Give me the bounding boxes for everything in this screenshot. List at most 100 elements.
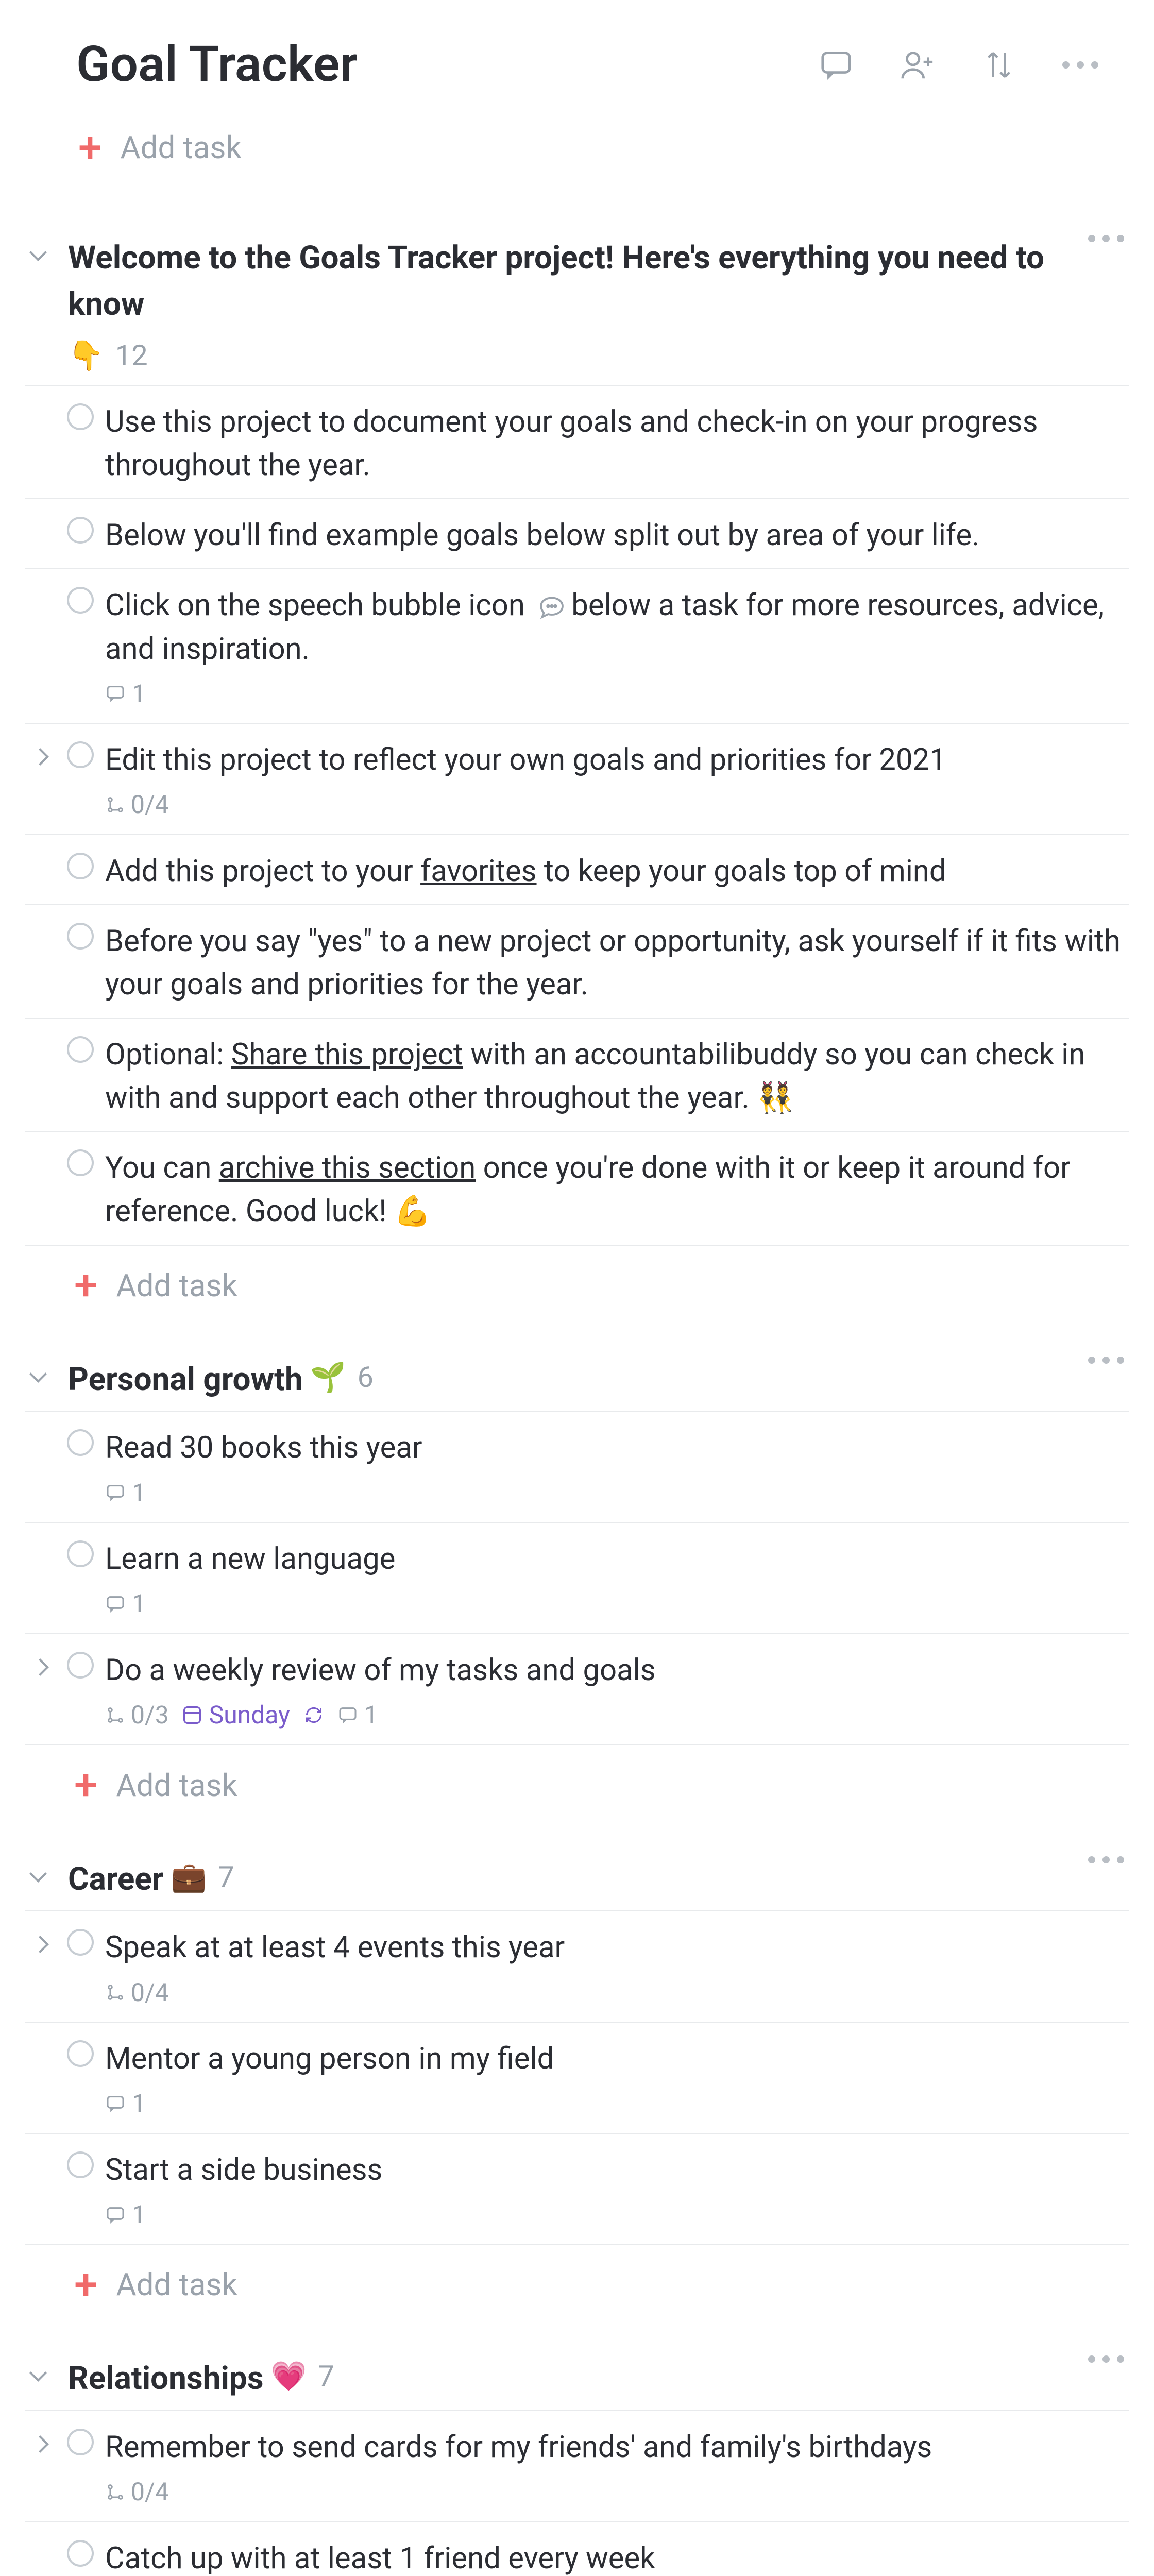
plus-icon: +	[78, 127, 102, 169]
task-row[interactable]: Before you say "yes" to a new project or…	[25, 905, 1129, 1019]
section-toggle[interactable]	[25, 1856, 56, 1880]
task-row[interactable]: Read 30 books this year 1	[25, 1412, 1129, 1523]
subtask-toggle[interactable]	[25, 2426, 56, 2450]
comment-count[interactable]: 1	[105, 2086, 146, 2122]
complete-checkbox[interactable]	[67, 923, 94, 950]
task-title: Catch up with at least 1 friend every we…	[105, 2537, 1124, 2576]
task-title: Edit this project to reflect your own go…	[105, 738, 1124, 782]
complete-checkbox[interactable]	[67, 1652, 94, 1679]
task-row[interactable]: Speak at at least 4 events this year0/4	[25, 1911, 1129, 2023]
task-title: Learn a new language	[105, 1537, 1124, 1581]
section-more-icon[interactable]	[1088, 1357, 1124, 1364]
task-body: Mentor a young person in my field1	[105, 2037, 1124, 2122]
complete-checkbox[interactable]	[67, 2040, 94, 2067]
complete-checkbox[interactable]	[67, 2540, 94, 2567]
section-emoji: 🌱	[310, 1357, 346, 1398]
add-task-label: Add task	[116, 1763, 237, 1808]
complete-checkbox[interactable]	[67, 741, 94, 768]
complete-checkbox[interactable]	[67, 2151, 94, 2178]
section-toggle[interactable]	[25, 2355, 56, 2379]
task-body: Use this project to document your goals …	[105, 400, 1124, 487]
task-body: Remember to send cards for my friends' a…	[105, 2426, 1124, 2510]
section-more-icon[interactable]	[1088, 235, 1124, 242]
add-task-row[interactable]: +Add task	[25, 2245, 1129, 2307]
comment-count[interactable]: 1	[105, 1475, 146, 1511]
task-row[interactable]: Optional: Share this project with an acc…	[25, 1019, 1129, 1132]
task-body: Optional: Share this project with an acc…	[105, 1033, 1124, 1120]
task-title: Optional: Share this project with an acc…	[105, 1033, 1124, 1120]
section-count: 7	[318, 2355, 334, 2397]
task-body: Start a side business1	[105, 2148, 1124, 2233]
task-row[interactable]: You can archive this section once you're…	[25, 1132, 1129, 1245]
subtask-count: 0/3	[105, 1697, 169, 1733]
section-toggle[interactable]	[25, 1357, 56, 1380]
comment-count[interactable]: 1	[105, 1586, 146, 1622]
section-toggle[interactable]	[25, 235, 56, 259]
complete-checkbox[interactable]	[67, 587, 94, 614]
task-title: Read 30 books this year	[105, 1426, 1124, 1469]
section-title[interactable]: Career	[68, 1856, 164, 1903]
task-meta: 0/4	[105, 787, 1124, 823]
due-date[interactable]: Sunday	[183, 1697, 290, 1733]
add-task-label: Add task	[116, 2262, 237, 2307]
task-meta: 1	[105, 2197, 1124, 2233]
subtask-count: 0/4	[105, 1975, 169, 2011]
more-icon[interactable]	[1062, 61, 1098, 69]
comment-count[interactable]: 1	[105, 676, 146, 712]
task-body: Edit this project to reflect your own go…	[105, 738, 1124, 823]
complete-checkbox[interactable]	[67, 2429, 94, 2455]
task-row[interactable]: Start a side business1	[25, 2134, 1129, 2245]
task-row[interactable]: Remember to send cards for my friends' a…	[25, 2411, 1129, 2522]
add-task-row[interactable]: +Add task	[25, 1246, 1129, 1308]
task-title: You can archive this section once you're…	[105, 1146, 1124, 1233]
subtask-toggle[interactable]	[25, 1926, 56, 1951]
comment-count[interactable]: 1	[105, 2197, 146, 2233]
comments-icon[interactable]	[818, 47, 854, 83]
task-meta: 1	[105, 1586, 1124, 1622]
section-more-icon[interactable]	[1088, 2355, 1124, 2363]
task-row[interactable]: Catch up with at least 1 friend every we…	[25, 2522, 1129, 2576]
chevron-down-icon	[29, 1865, 47, 1883]
section-title[interactable]: Personal growth	[68, 1357, 303, 1403]
chevron-right-icon	[31, 748, 49, 766]
subtask-toggle[interactable]	[25, 738, 56, 763]
section-emoji: 💗	[271, 2355, 307, 2397]
subtask-toggle[interactable]	[25, 1649, 56, 1673]
task-row[interactable]: Below you'll find example goals below sp…	[25, 499, 1129, 569]
sort-icon[interactable]	[981, 47, 1017, 83]
section-title[interactable]: Relationships	[68, 2355, 264, 2402]
section-title[interactable]: Welcome to the Goals Tracker project! He…	[68, 235, 1076, 328]
page-title: Goal Tracker	[76, 29, 358, 100]
plus-icon: +	[74, 1764, 98, 1806]
task-row[interactable]: Do a weekly review of my tasks and goals…	[25, 1634, 1129, 1745]
task-body: Do a weekly review of my tasks and goals…	[105, 1649, 1124, 1733]
task-body: Add this project to your favorites to ke…	[105, 850, 1124, 893]
add-task-label: Add task	[116, 1263, 237, 1308]
comment-count[interactable]: 1	[337, 1697, 378, 1733]
complete-checkbox[interactable]	[67, 1036, 94, 1063]
complete-checkbox[interactable]	[67, 1540, 94, 1567]
complete-checkbox[interactable]	[67, 517, 94, 544]
task-title: Do a weekly review of my tasks and goals	[105, 1649, 1124, 1692]
header-add-task[interactable]: + Add task	[25, 115, 1129, 217]
emoji: 👯	[757, 1080, 794, 1115]
task-row[interactable]: Add this project to your favorites to ke…	[25, 835, 1129, 905]
section-welcome: Welcome to the Goals Tracker project! He…	[25, 228, 1129, 1308]
task-body: You can archive this section once you're…	[105, 1146, 1124, 1233]
task-row[interactable]: Learn a new language 1	[25, 1523, 1129, 1634]
task-row[interactable]: Click on the speech bubble icon below a …	[25, 569, 1129, 724]
complete-checkbox[interactable]	[67, 1149, 94, 1176]
task-title: Add this project to your favorites to ke…	[105, 850, 1124, 893]
task-row[interactable]: Edit this project to reflect your own go…	[25, 724, 1129, 835]
task-row[interactable]: Mentor a young person in my field1	[25, 2023, 1129, 2134]
task-row[interactable]: Use this project to document your goals …	[25, 386, 1129, 499]
add-person-icon[interactable]	[900, 47, 936, 83]
complete-checkbox[interactable]	[67, 1429, 94, 1456]
task-body: Click on the speech bubble icon below a …	[105, 584, 1124, 711]
add-task-row[interactable]: + Add task	[25, 1745, 1129, 1808]
section-more-icon[interactable]	[1088, 1856, 1124, 1863]
emoji: 💪	[394, 1194, 431, 1229]
complete-checkbox[interactable]	[67, 853, 94, 879]
complete-checkbox[interactable]	[67, 1929, 94, 1956]
complete-checkbox[interactable]	[67, 403, 94, 430]
